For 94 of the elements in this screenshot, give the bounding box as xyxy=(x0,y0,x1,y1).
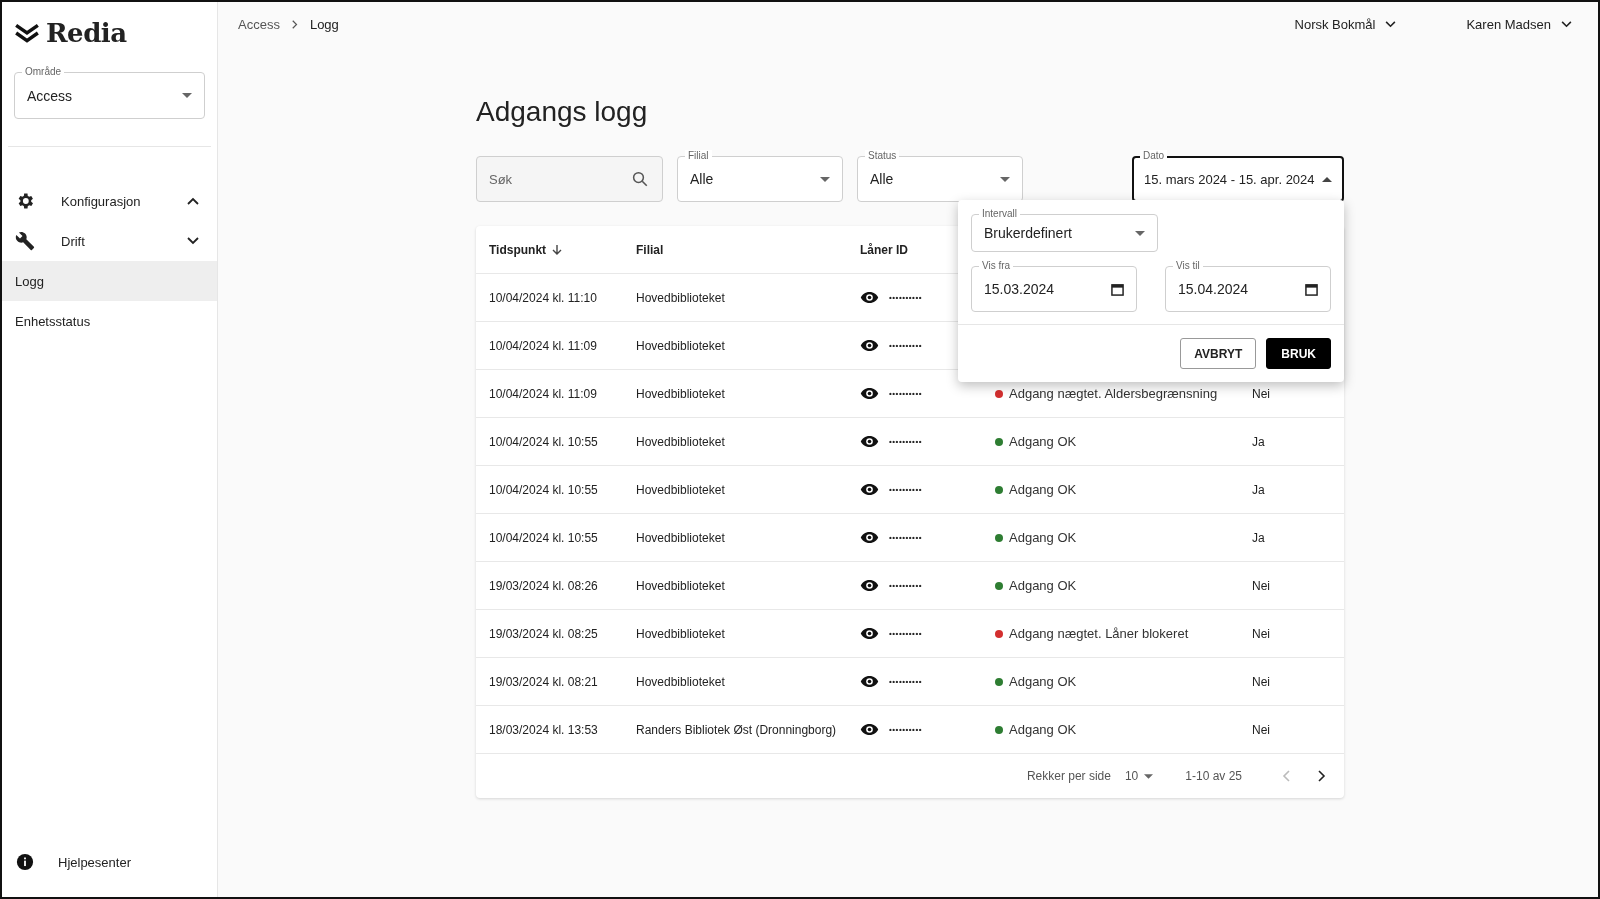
masked-id: •••••••••• xyxy=(889,389,922,398)
eye-icon[interactable] xyxy=(860,291,879,304)
caret-icon xyxy=(1000,176,1010,182)
page-range: 1-10 av 25 xyxy=(1185,769,1242,783)
table-cell-text: 10/04/2024 kl. 11:10 xyxy=(488,290,598,305)
masked-id: •••••••••• xyxy=(889,677,922,686)
user-menu[interactable]: Karen Madsen xyxy=(1466,16,1572,32)
rows-per-page-label: Rekker per side xyxy=(1026,769,1111,783)
status-text: Adgang nægtet. Aldersbegrænsning xyxy=(1009,386,1218,401)
language-menu[interactable]: Norsk Bokmål xyxy=(1294,16,1397,32)
table-cell-text: 18/03/2024 kl. 13:53 xyxy=(488,722,599,737)
eye-icon[interactable] xyxy=(860,723,879,736)
page-title: Adgangs logg xyxy=(476,96,649,128)
table-cell-text: 10/04/2024 kl. 11:09 xyxy=(488,386,598,401)
status-text: Adgang OK xyxy=(1009,434,1077,449)
logo-text: Redia xyxy=(46,18,127,48)
table-cell-text: Hovedbiblioteket xyxy=(636,626,726,641)
eye-icon[interactable] xyxy=(860,387,879,400)
info-icon xyxy=(16,853,34,871)
nav-item[interactable]: Logg xyxy=(2,261,217,301)
table-cell-text: Hovedbiblioteket xyxy=(636,674,726,689)
chevron-right-icon xyxy=(291,19,298,29)
table-cell: Nei xyxy=(1252,626,1270,641)
table-cell-text: Hovedbiblioteket xyxy=(636,482,726,497)
table-cell-text: 10/04/2024 kl. 10:55 xyxy=(488,434,599,449)
eye-icon[interactable] xyxy=(860,435,879,448)
caret-icon xyxy=(1144,773,1154,779)
column-header[interactable]: Tidspunkt xyxy=(476,242,636,257)
arrow-down-icon xyxy=(552,243,563,256)
table-cell: Ja xyxy=(1252,482,1265,497)
table-cell: Ja xyxy=(1252,434,1265,449)
nav-group[interactable]: Konfigurasjon xyxy=(2,181,217,221)
eye-icon[interactable] xyxy=(860,531,879,544)
caret-icon xyxy=(820,176,830,182)
breadcrumb-link[interactable]: Access xyxy=(238,16,280,32)
caret-icon xyxy=(1135,230,1145,236)
chevron-down-icon xyxy=(1385,20,1397,28)
cancel-button[interactable]: AVBRYT xyxy=(1180,338,1257,369)
calendar-icon xyxy=(1111,282,1124,296)
table-cell: Nei xyxy=(1252,722,1270,737)
table-cell: Nei xyxy=(1252,578,1270,593)
masked-id: •••••••••• xyxy=(889,725,922,734)
rows-per-page-select[interactable]: 10 xyxy=(1124,769,1154,783)
table-cell-text: Hovedbiblioteket xyxy=(636,434,726,449)
double-chevron-icon xyxy=(14,22,40,44)
status-text: Adgang OK xyxy=(1009,674,1077,689)
nav-item[interactable]: Enhetsstatus xyxy=(2,301,217,341)
table-cell: Ja xyxy=(1252,530,1265,545)
table-cell-text: 10/04/2024 kl. 11:09 xyxy=(488,338,598,353)
nav-group[interactable]: Drift xyxy=(2,221,217,261)
search-field[interactable]: Søk xyxy=(476,156,663,202)
status-text: Adgang OK xyxy=(1009,578,1077,593)
calendar-icon xyxy=(1305,282,1318,296)
table-cell-text: Randers Bibliotek Øst (Dronningborg) xyxy=(636,722,838,737)
help-link[interactable]: Hjelpesenter xyxy=(2,853,217,897)
table-cell-text: 19/03/2024 kl. 08:21 xyxy=(488,674,599,689)
masked-id: •••••••••• xyxy=(889,629,922,638)
status-text: Adgang OK xyxy=(1009,530,1077,545)
eye-icon[interactable] xyxy=(860,483,879,496)
column-header[interactable]: Filial xyxy=(636,242,860,257)
apply-button[interactable]: BRUK xyxy=(1266,338,1331,369)
caret-icon xyxy=(1322,176,1332,182)
eye-icon[interactable] xyxy=(860,675,879,688)
chevron-down-icon xyxy=(187,237,199,245)
table-cell: Nei xyxy=(1252,674,1270,689)
masked-id: •••••••••• xyxy=(889,437,922,446)
table-cell-text: Hovedbiblioteket xyxy=(636,386,726,401)
table-cell-text: 10/04/2024 kl. 10:55 xyxy=(488,530,599,545)
table-cell-text: 19/03/2024 kl. 08:25 xyxy=(488,626,599,641)
caret-icon xyxy=(182,93,192,98)
search-icon xyxy=(631,170,649,188)
masked-id: •••••••••• xyxy=(889,293,922,302)
eye-icon[interactable] xyxy=(860,627,879,640)
table-cell-text: Hovedbiblioteket xyxy=(636,578,726,593)
table-cell-text: 10/04/2024 kl. 10:55 xyxy=(488,482,599,497)
masked-id: •••••••••• xyxy=(889,581,922,590)
breadcrumb-link[interactable]: Logg xyxy=(309,16,339,32)
next-page-icon[interactable] xyxy=(1318,770,1326,782)
masked-id: •••••••••• xyxy=(889,533,922,542)
table-cell-text: 19/03/2024 kl. 08:26 xyxy=(488,578,599,593)
masked-id: •••••••••• xyxy=(889,485,922,494)
status-text: Adgang OK xyxy=(1009,482,1077,497)
table-cell: Nei xyxy=(1252,386,1270,401)
chevron-up-icon xyxy=(187,197,199,205)
table-cell-text: Hovedbiblioteket xyxy=(636,290,726,305)
status-text: Adgang nægtet. Låner blokeret xyxy=(1009,626,1189,641)
status-text: Adgang OK xyxy=(1009,722,1077,737)
eye-icon[interactable] xyxy=(860,579,879,592)
chevron-down-icon xyxy=(1561,20,1572,28)
wrench-icon xyxy=(15,231,35,251)
masked-id: •••••••••• xyxy=(889,341,922,350)
table-cell-text: Hovedbiblioteket xyxy=(636,338,726,353)
eye-icon[interactable] xyxy=(860,339,879,352)
table-cell-text: Hovedbiblioteket xyxy=(636,530,726,545)
